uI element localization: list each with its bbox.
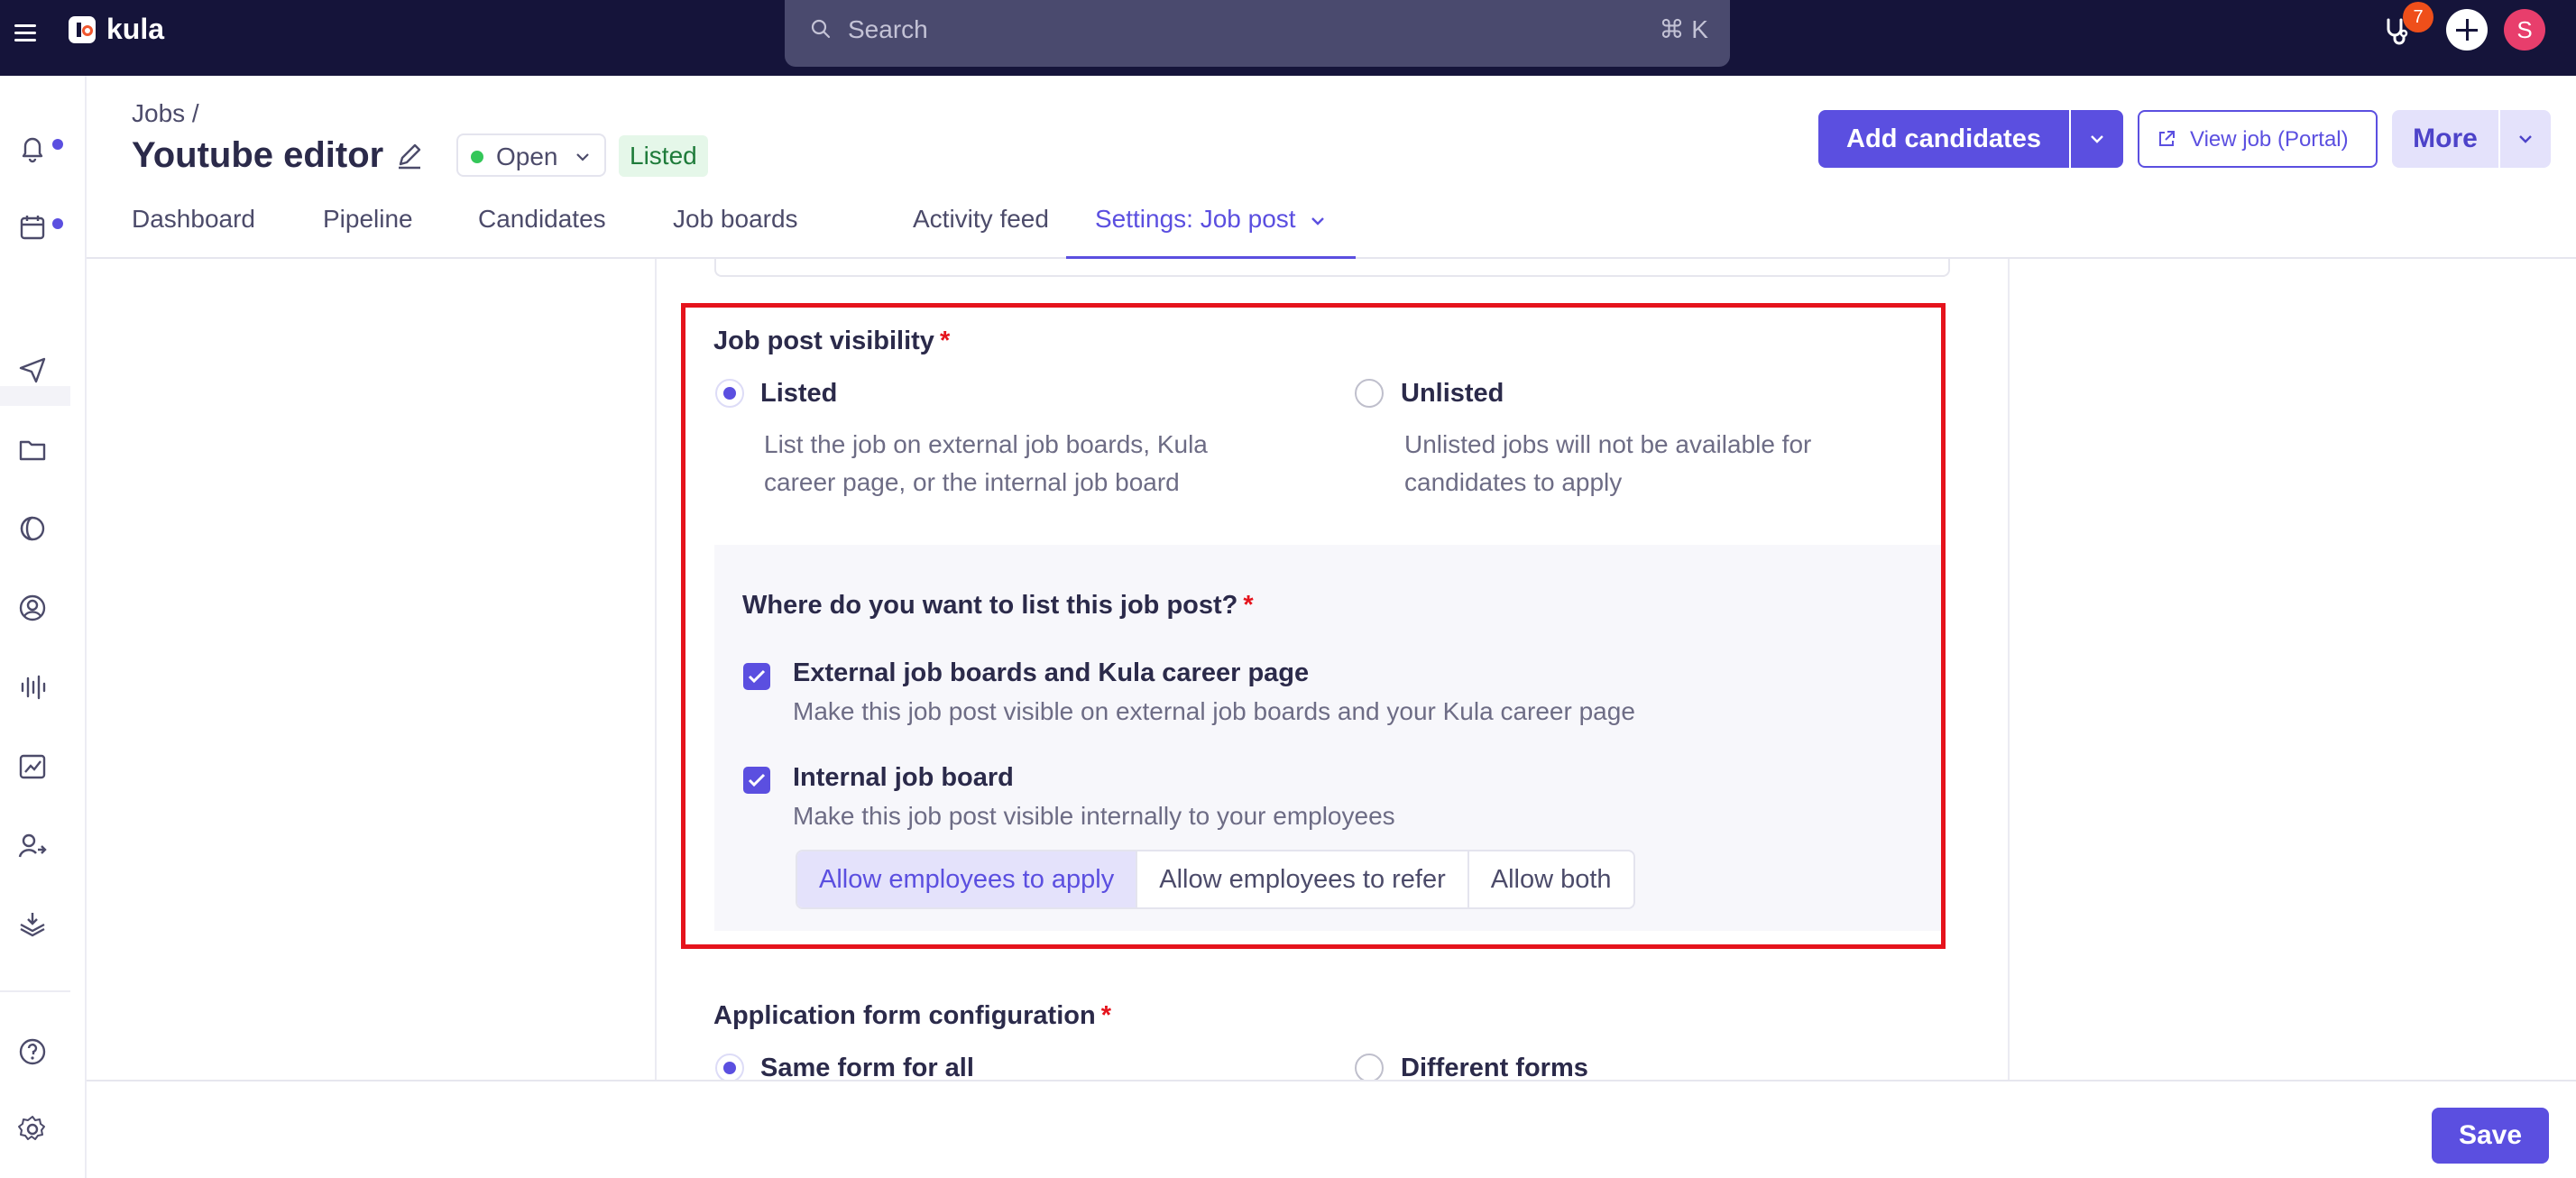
user-avatar[interactable]: S bbox=[2504, 9, 2545, 51]
more-button[interactable]: More bbox=[2392, 110, 2498, 168]
job-header: Jobs / Youtube editor Open Listed Add ca… bbox=[87, 76, 2576, 259]
calendar-unread-dot bbox=[52, 218, 63, 229]
search-bar[interactable]: Search ⌘ K bbox=[785, 0, 1730, 67]
kula-logo-icon bbox=[69, 16, 96, 43]
bell-icon[interactable] bbox=[16, 132, 49, 164]
search-placeholder: Search bbox=[848, 15, 928, 43]
help-icon[interactable] bbox=[16, 1035, 49, 1068]
calendar-icon[interactable] bbox=[16, 211, 49, 244]
analytics-icon[interactable] bbox=[16, 750, 49, 783]
status-open-dot bbox=[471, 151, 483, 163]
same-form-radio[interactable] bbox=[715, 1054, 744, 1082]
pencil-edit-icon[interactable] bbox=[393, 139, 426, 171]
chevron-down-icon bbox=[2091, 135, 2103, 143]
notification-count-badge: 7 bbox=[2403, 2, 2433, 32]
settings-gear-icon[interactable] bbox=[16, 1113, 49, 1146]
chevron-down-icon bbox=[2519, 135, 2532, 143]
menu-icon[interactable] bbox=[11, 18, 40, 47]
listed-status-badge: Listed bbox=[619, 135, 708, 177]
tab-pipeline[interactable]: Pipeline bbox=[323, 197, 413, 259]
job-status-dropdown[interactable]: Open bbox=[456, 133, 606, 177]
search-shortcut: ⌘ K bbox=[1659, 15, 1708, 43]
create-plus-button[interactable] bbox=[2446, 9, 2488, 51]
rail-separator bbox=[0, 990, 70, 992]
audio-wave-icon[interactable] bbox=[16, 671, 49, 704]
add-candidates-dropdown-button[interactable] bbox=[2071, 110, 2123, 168]
application-form-label: Application form configuration * bbox=[713, 1001, 1111, 1031]
tab-settings-label: Settings: Job post bbox=[1095, 205, 1296, 233]
external-link-icon bbox=[2159, 131, 2175, 146]
chevron-down-icon bbox=[1311, 216, 1324, 225]
footer-bar bbox=[87, 1080, 2576, 1178]
application-form-label-text: Application form configuration bbox=[713, 1001, 1096, 1030]
send-icon[interactable] bbox=[16, 354, 49, 386]
user-referral-icon[interactable] bbox=[16, 830, 49, 862]
breadcrumb[interactable]: Jobs / bbox=[132, 99, 199, 128]
tab-settings-job-post[interactable]: Settings: Job post bbox=[1066, 197, 1356, 259]
highlight-annotation-box bbox=[681, 303, 1946, 949]
app-name: kula bbox=[106, 13, 165, 45]
required-asterisk: * bbox=[1100, 1001, 1111, 1030]
previous-field-edge bbox=[714, 259, 1950, 277]
tab-dashboard[interactable]: Dashboard bbox=[132, 197, 255, 259]
bell-unread-dot bbox=[52, 139, 63, 150]
left-rail bbox=[0, 76, 87, 1178]
tab-job-boards[interactable]: Job boards bbox=[673, 197, 798, 259]
more-dropdown-button[interactable] bbox=[2500, 110, 2551, 168]
tab-activity-feed[interactable]: Activity feed bbox=[913, 197, 1049, 259]
half-circle-icon[interactable] bbox=[16, 512, 49, 545]
different-forms-radio[interactable] bbox=[1355, 1054, 1384, 1082]
layers-download-icon[interactable] bbox=[16, 909, 49, 942]
add-candidates-button[interactable]: Add candidates bbox=[1818, 110, 2069, 168]
rail-divider bbox=[0, 386, 70, 406]
top-bar: kula Search ⌘ K 7 S bbox=[0, 0, 2576, 76]
view-job-portal-button[interactable]: View job (Portal) bbox=[2138, 110, 2378, 168]
page-title: Youtube editor bbox=[132, 135, 384, 175]
save-button[interactable]: Save bbox=[2432, 1108, 2549, 1164]
search-icon bbox=[811, 19, 831, 39]
job-status-label: Open bbox=[496, 143, 558, 170]
chevron-down-icon bbox=[576, 153, 589, 161]
tab-candidates[interactable]: Candidates bbox=[478, 197, 606, 259]
view-job-label: View job (Portal) bbox=[2190, 127, 2349, 152]
user-circle-icon[interactable] bbox=[16, 592, 49, 624]
folder-icon[interactable] bbox=[16, 433, 49, 465]
